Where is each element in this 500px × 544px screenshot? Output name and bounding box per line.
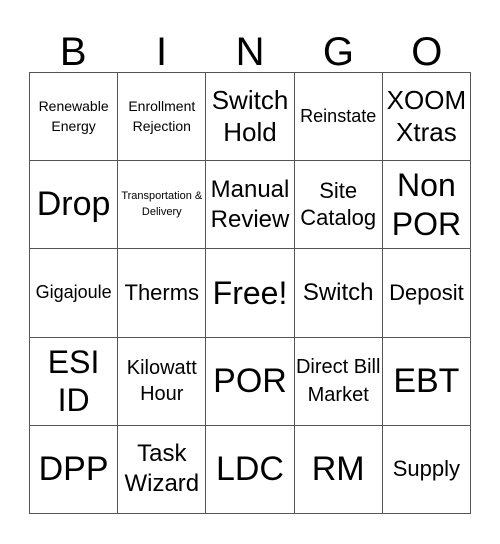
bingo-cell[interactable]: RM <box>294 425 383 514</box>
header-letter-g: G <box>322 30 354 74</box>
bingo-cell[interactable]: Drop <box>30 161 119 250</box>
bingo-cell[interactable]: Switch <box>294 249 383 338</box>
bingo-cell[interactable]: Deposit <box>382 249 471 338</box>
header-letter-n: N <box>235 30 265 74</box>
bingo-cell[interactable]: POR <box>206 337 295 426</box>
bingo-cell[interactable]: Enrollment Rejection <box>118 73 207 162</box>
bingo-cell[interactable]: LDC <box>206 425 295 514</box>
bingo-cell[interactable]: Task Wizard <box>118 425 207 514</box>
bingo-cell[interactable]: Reinstate <box>294 73 383 162</box>
header-letter-b: B <box>59 30 87 74</box>
header-letter-o: O <box>411 30 443 74</box>
bingo-cell[interactable]: DPP <box>30 425 119 514</box>
bingo-cell[interactable]: Direct Bill Market <box>294 337 383 426</box>
bingo-cell[interactable]: Site Catalog <box>294 161 383 250</box>
bingo-cell[interactable]: Gigajoule <box>30 249 119 338</box>
bingo-cell[interactable]: Kilowatt Hour <box>118 337 207 426</box>
bingo-cell[interactable]: Non POR <box>382 161 471 250</box>
bingo-cell[interactable]: XOOM Xtras <box>382 73 471 162</box>
header-letter-i: I <box>156 30 168 74</box>
bingo-cell[interactable]: Therms <box>118 249 207 338</box>
free-space-cell[interactable]: Free! <box>206 249 295 338</box>
bingo-cell[interactable]: Manual Review <box>206 161 295 250</box>
bingo-board: Renewable Energy Enrollment Rejection Sw… <box>29 72 471 514</box>
bingo-cell[interactable]: ESI ID <box>30 337 119 426</box>
bingo-cell[interactable]: Transportation & Delivery <box>118 161 207 250</box>
bingo-cell[interactable]: EBT <box>382 337 471 426</box>
bingo-cell[interactable]: Switch Hold <box>206 73 295 162</box>
bingo-cell[interactable]: Renewable Energy <box>30 73 119 162</box>
bingo-header: B I N G O <box>29 24 471 74</box>
bingo-cell[interactable]: Supply <box>382 425 471 514</box>
